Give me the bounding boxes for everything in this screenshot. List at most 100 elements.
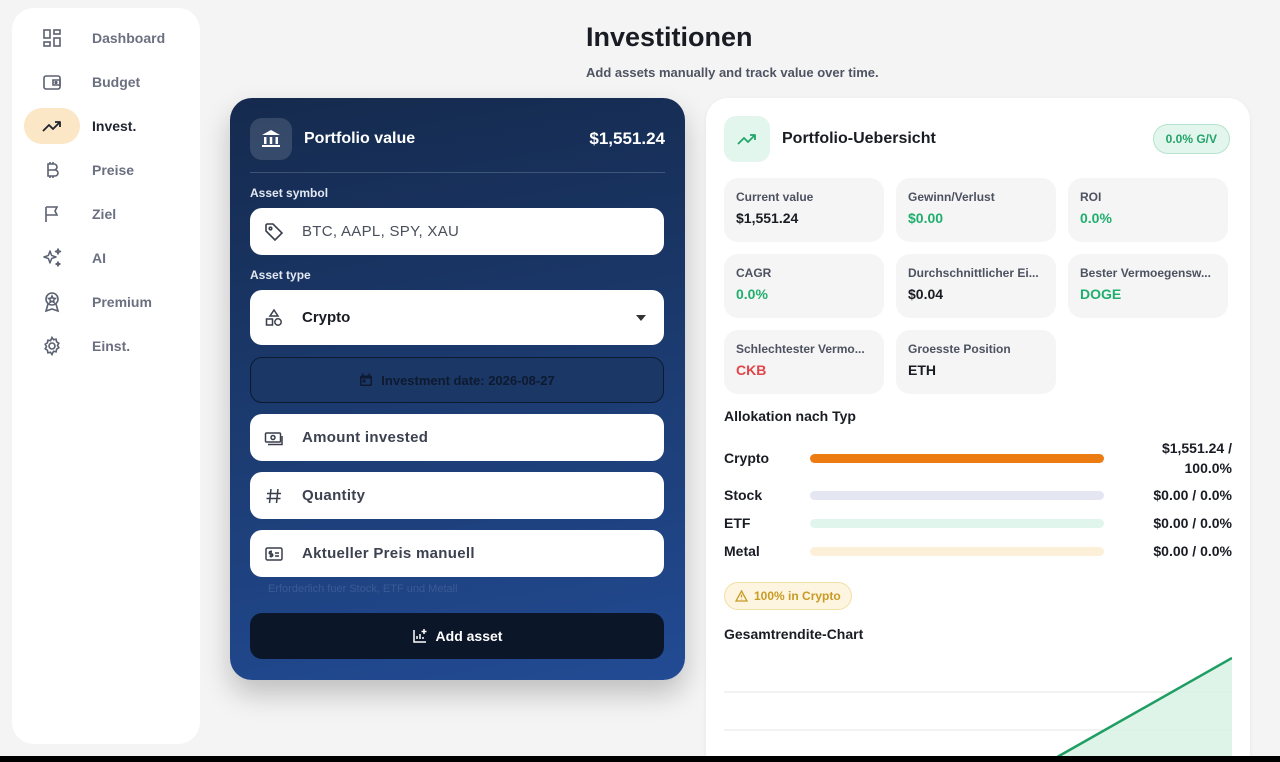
price-hint: Erforderlich fuer Stock, ETF und Metall (268, 583, 458, 595)
stat-gewinn-verlust: Gewinn/Verlust $0.00 (896, 178, 1056, 242)
stat-label: Groesste Position (908, 342, 1011, 356)
amount-invested-input[interactable]: Amount invested (250, 414, 664, 461)
current-price-input[interactable]: Aktueller Preis manuell (250, 530, 664, 577)
hash-icon (264, 487, 284, 505)
allocation-value: $0.00 / 0.0% (1153, 487, 1232, 503)
bank-icon (250, 118, 292, 160)
chevron-down-icon (636, 314, 646, 321)
stat-cagr: CAGR 0.0% (724, 254, 884, 318)
sidebar-item-einst[interactable]: Einst. (24, 328, 188, 364)
allocation-name: Metal (724, 543, 760, 559)
portfolio-value-amount: $1,551.24 (589, 129, 665, 148)
award-icon (24, 284, 80, 320)
asset-type-select[interactable]: Crypto (250, 290, 664, 345)
stat-value: ETH (908, 362, 936, 378)
stat-roi: ROI 0.0% (1068, 178, 1228, 242)
allocation-row-metal: Metal $0.00 / 0.0% (724, 541, 1232, 561)
chart-title: Gesamtrendite-Chart (724, 626, 864, 642)
asset-type-value: Crypto (302, 309, 351, 326)
concentration-warning-badge: 100% in Crypto (724, 582, 852, 610)
stat-best-asset: Bester Vermoegensw... DOGE (1068, 254, 1228, 318)
sidebar-item-ziel[interactable]: Ziel (24, 196, 188, 232)
sidebar-item-preise[interactable]: Preise (24, 152, 188, 188)
add-asset-form: Portfolio value $1,551.24 Asset symbol B… (230, 98, 685, 680)
page-subtitle: Add assets manually and track value over… (586, 65, 879, 80)
sidebar-item-label: AI (92, 250, 106, 266)
allocation-bar (810, 491, 1104, 500)
stat-label: Bester Vermoegensw... (1080, 266, 1211, 280)
allocation-value-line1: $1,551.24 / (1161, 440, 1232, 456)
stat-value: 0.0% (736, 286, 768, 302)
gear-icon (24, 328, 80, 364)
sidebar-item-label: Invest. (92, 118, 137, 134)
bitcoin-icon (24, 152, 80, 188)
allocation-row-crypto: Crypto $1,551.24 / 100.0% (724, 440, 1232, 476)
trending-up-icon (724, 116, 770, 162)
sidebar-item-label: Preise (92, 162, 135, 178)
portfolio-value-label: Portfolio value (304, 130, 416, 147)
allocation-bar (810, 547, 1104, 556)
stat-value: CKB (736, 362, 767, 378)
divider (250, 172, 665, 173)
sidebar-item-label: Premium (92, 294, 152, 310)
screen-bottom-edge (0, 756, 1280, 762)
stat-value: $0.00 (908, 210, 944, 226)
stat-largest-position: Groesste Position ETH (896, 330, 1056, 394)
overview-title: Portfolio-Uebersicht (782, 130, 936, 147)
trending-up-icon (24, 108, 80, 144)
dashboard-icon (24, 20, 80, 56)
asset-symbol-label: Asset symbol (250, 186, 329, 200)
tag-icon (264, 222, 284, 242)
stat-worst-asset: Schlechtester Vermo... CKB (724, 330, 884, 394)
stat-current-value: Current value $1,551.24 (724, 178, 884, 242)
allocation-title: Allokation nach Typ (724, 408, 856, 424)
overview-header: Portfolio-Uebersicht 0.0% G/V (724, 116, 1230, 162)
allocation-value: $0.00 / 0.0% (1153, 543, 1232, 559)
stat-label: Gewinn/Verlust (908, 190, 995, 204)
add-chart-icon (412, 629, 427, 643)
sidebar-item-dashboard[interactable]: Dashboard (24, 20, 188, 56)
allocation-bar (810, 519, 1104, 528)
allocation-value: $0.00 / 0.0% (1153, 515, 1232, 531)
portfolio-overview-card: Portfolio-Uebersicht 0.0% G/V Current va… (706, 98, 1250, 762)
asset-symbol-placeholder: BTC, AAPL, SPY, XAU (302, 223, 460, 240)
flag-icon (24, 196, 80, 232)
sidebar-item-label: Dashboard (92, 30, 166, 46)
stat-value: $1,551.24 (736, 210, 799, 226)
shapes-icon (264, 308, 284, 328)
quantity-input[interactable]: Quantity (250, 472, 664, 519)
asset-symbol-input[interactable]: BTC, AAPL, SPY, XAU (250, 208, 664, 255)
portfolio-value-row: Portfolio value $1,551.24 (250, 118, 665, 160)
allocation-value-line2: 100.0% (1184, 460, 1232, 476)
sidebar-item-ai[interactable]: AI (24, 240, 188, 276)
stat-label: Current value (736, 190, 814, 204)
sidebar-item-premium[interactable]: Premium (24, 284, 188, 320)
stat-value: 0.0% (1080, 210, 1112, 226)
allocation-value: $1,551.24 / 100.0% (1162, 438, 1232, 478)
chart-area (1049, 658, 1232, 762)
stat-value: $0.04 (908, 286, 944, 302)
asset-type-label: Asset type (250, 268, 311, 282)
allocation-row-etf: ETF $0.00 / 0.0% (724, 513, 1232, 533)
price-tag-icon (264, 544, 284, 564)
sidebar-item-budget[interactable]: Budget (24, 64, 188, 100)
allocation-name: ETF (724, 515, 751, 531)
warning-icon (735, 590, 748, 602)
investment-date-button[interactable]: Investment date: 2026-08-27 (250, 357, 664, 403)
calendar-icon (360, 373, 373, 386)
money-icon (264, 428, 284, 448)
gain-loss-badge: 0.0% G/V (1152, 124, 1230, 154)
add-asset-button[interactable]: Add asset (250, 613, 664, 659)
add-asset-label: Add asset (435, 628, 503, 644)
sparkles-icon (24, 240, 80, 276)
quantity-placeholder: Quantity (302, 487, 366, 504)
sidebar-item-invest[interactable]: Invest. (24, 108, 188, 144)
stat-label: Durchschnittlicher Ei... (908, 266, 1039, 280)
sidebar-item-label: Ziel (92, 206, 117, 222)
stat-label: Schlechtester Vermo... (736, 342, 865, 356)
stat-value: DOGE (1080, 286, 1122, 302)
investment-date-label: Investment date: 2026-08-27 (381, 372, 555, 388)
current-price-placeholder: Aktueller Preis manuell (302, 545, 475, 562)
sidebar-item-label: Budget (92, 74, 141, 90)
allocation-row-stock: Stock $0.00 / 0.0% (724, 485, 1232, 505)
